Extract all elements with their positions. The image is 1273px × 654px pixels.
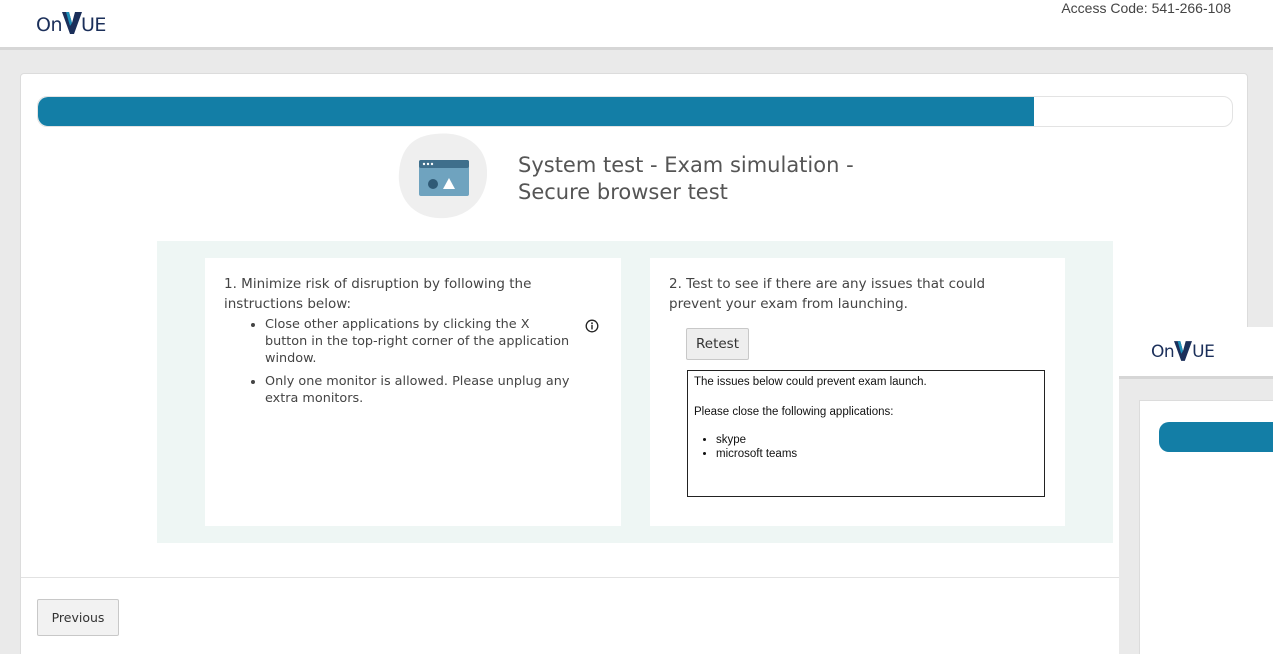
secondary-top-bar: On UE (1119, 327, 1273, 379)
logo-suffix: UE (1192, 342, 1215, 362)
launch-test-heading: 2. Test to see if there are any issues t… (669, 276, 986, 312)
progress-fill (38, 97, 1034, 126)
logo-prefix: On (36, 14, 63, 36)
list-item: Close other applications by clicking the… (265, 316, 575, 367)
minimize-risk-box: 1. Minimize risk of disruption by follow… (205, 258, 621, 526)
retest-button[interactable]: Retest (686, 328, 749, 360)
page-title: System test - Exam simulation - Secure b… (518, 152, 854, 206)
instructions-list: Close other applications by clicking the… (245, 316, 575, 413)
list-item: microsoft teams (716, 447, 1038, 461)
top-bar: On UE Access Code: 541-266-108 (0, 0, 1273, 50)
apps-list: skype microsoft teams (716, 433, 1038, 461)
system-test-card: System test - Exam simulation - Secure b… (20, 73, 1248, 654)
info-icon[interactable] (585, 319, 599, 333)
logo-suffix: UE (81, 14, 106, 36)
progress-bar (37, 96, 1233, 127)
browser-window-icon (398, 133, 488, 219)
page-title-line2: Secure browser test (518, 180, 728, 204)
logo-prefix: On (1151, 342, 1175, 362)
secondary-window[interactable]: On UE (1119, 327, 1273, 654)
launch-test-box: 2. Test to see if there are any issues t… (650, 258, 1065, 526)
onvue-logo: On UE (1151, 341, 1215, 362)
access-code: Access Code: 541-266-108 (1061, 0, 1231, 16)
minimize-risk-heading: 1. Minimize risk of disruption by follow… (224, 276, 532, 312)
secondary-card (1139, 400, 1273, 654)
logo-v-icon (62, 12, 82, 34)
issues-intro: The issues below could prevent exam laun… (694, 376, 927, 388)
logo-v-icon (1174, 341, 1193, 361)
instructions-panel: 1. Minimize risk of disruption by follow… (157, 241, 1113, 543)
issues-box: The issues below could prevent exam laun… (687, 370, 1045, 497)
issues-instruction: Please close the following applications: (694, 406, 894, 418)
list-item: skype (716, 433, 1038, 447)
footer-divider (21, 577, 1247, 578)
previous-button[interactable]: Previous (37, 599, 119, 636)
secondary-progress-bar (1159, 422, 1273, 452)
page-title-line1: System test - Exam simulation - (518, 153, 854, 177)
list-item: Only one monitor is allowed. Please unpl… (265, 373, 575, 407)
onvue-logo: On UE (36, 12, 106, 35)
